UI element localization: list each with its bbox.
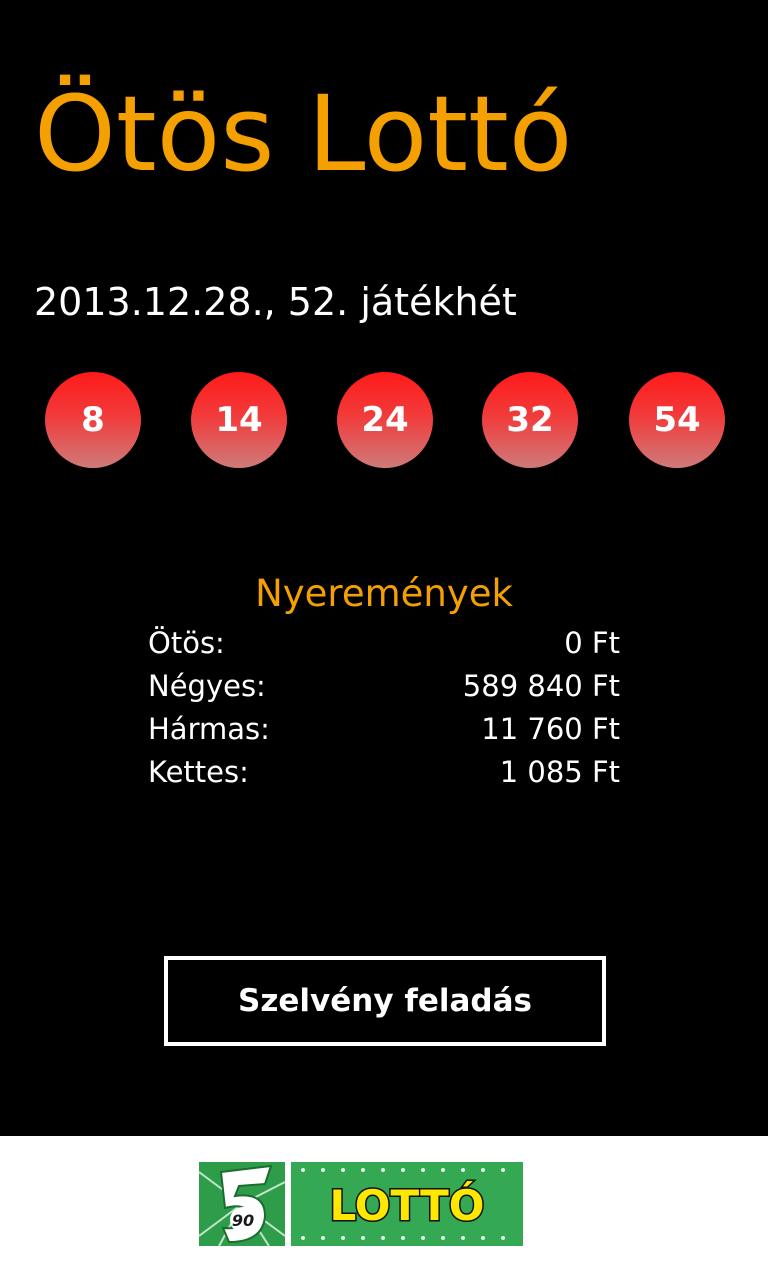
number-ball: 54 <box>629 372 725 468</box>
prize-value: 11 760 Ft <box>481 712 620 746</box>
prizes-title: Nyeremények <box>255 572 513 615</box>
footer-banner: 90 LOTTÓ <box>0 1136 768 1280</box>
prize-label: Ötös: <box>148 626 225 660</box>
prize-row: Ötös: 0 Ft <box>148 622 620 665</box>
prize-row: Hármas: 11 760 Ft <box>148 708 620 751</box>
prize-value: 1 085 Ft <box>499 755 620 789</box>
lotto-logo[interactable]: 90 LOTTÓ <box>199 1162 523 1246</box>
prize-row: Kettes: 1 085 Ft <box>148 751 620 794</box>
number-ball: 32 <box>482 372 578 468</box>
prize-value: 0 Ft <box>564 626 620 660</box>
prize-label: Hármas: <box>148 712 270 746</box>
number-ball: 24 <box>337 372 433 468</box>
number-ball: 14 <box>191 372 287 468</box>
prize-table: Ötös: 0 Ft Négyes: 589 840 Ft Hármas: 11… <box>148 622 620 794</box>
prize-label: Négyes: <box>148 669 266 703</box>
draw-date: 2013.12.28., 52. játékhét <box>34 280 517 324</box>
prize-label: Kettes: <box>148 755 249 789</box>
svg-text:LOTTÓ: LOTTÓ <box>330 1180 485 1230</box>
prize-value: 589 840 Ft <box>462 669 620 703</box>
drawn-numbers: 8 14 24 32 54 <box>0 372 768 470</box>
svg-text:90: 90 <box>232 1211 254 1230</box>
prize-row: Négyes: 589 840 Ft <box>148 665 620 708</box>
submit-ticket-button[interactable]: Szelvény feladás <box>164 956 606 1046</box>
app-screen: Ötös Lottó 2013.12.28., 52. játékhét 8 1… <box>0 0 768 1280</box>
number-ball: 8 <box>45 372 141 468</box>
page-title: Ötös Lottó <box>34 73 573 195</box>
